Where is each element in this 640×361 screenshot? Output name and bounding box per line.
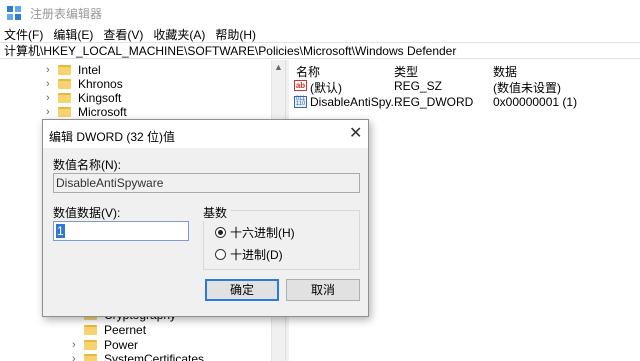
- folder-icon: [84, 353, 97, 361]
- folder-icon: [84, 339, 97, 350]
- cancel-button[interactable]: 取消: [286, 279, 360, 301]
- row-data: (数值未设置): [493, 81, 561, 95]
- row-data: 0x00000001 (1): [493, 95, 578, 109]
- dialog-title: 编辑 DWORD (32 位)值: [49, 130, 176, 144]
- address-bar[interactable]: 计算机\HKEY_LOCAL_MACHINE\SOFTWARE\Policies…: [0, 42, 640, 59]
- tree-item-power[interactable]: › Power: [72, 337, 138, 352]
- column-header-type[interactable]: 类型: [394, 63, 418, 80]
- title-bar: 注册表编辑器: [0, 0, 640, 26]
- folder-icon: [58, 64, 71, 75]
- radio-selected-icon[interactable]: [215, 227, 226, 238]
- binary-value-icon: 011 110: [294, 96, 307, 108]
- tree-item-label: Peernet: [104, 322, 147, 337]
- string-value-icon: ab: [294, 80, 307, 91]
- close-icon[interactable]: ✕: [349, 123, 362, 143]
- tree-item-peernet[interactable]: Peernet: [72, 322, 146, 337]
- dec-radio-label: 十进制(D): [230, 248, 283, 262]
- chevron-right-icon[interactable]: ›: [46, 92, 58, 104]
- folder-icon: [84, 324, 97, 335]
- row-type: REG_DWORD: [394, 95, 474, 109]
- chevron-right-icon[interactable]: ›: [72, 353, 84, 361]
- chevron-right-icon[interactable]: ›: [46, 106, 58, 118]
- menu-edit[interactable]: 编辑(E): [53, 26, 93, 43]
- tree-item-label: Khronos: [78, 76, 123, 91]
- menu-view[interactable]: 查看(V): [103, 26, 143, 43]
- window-title: 注册表编辑器: [30, 6, 103, 21]
- value-data-text: 1: [56, 224, 65, 238]
- folder-icon: [58, 92, 71, 103]
- list-row[interactable]: ab (默认) REG_SZ (数值未设置): [290, 79, 640, 95]
- ok-button[interactable]: 确定: [205, 279, 279, 301]
- chevron-right-icon[interactable]: ›: [72, 339, 84, 351]
- dec-radio[interactable]: 十进制(D): [215, 246, 283, 263]
- tree-item-label: Power: [104, 337, 139, 352]
- dialog-body: 数值名称(N): DisableAntiSpyware 数值数据(V): 1 基…: [43, 148, 368, 316]
- tree-item-label: Microsoft: [78, 104, 127, 119]
- value-data-input[interactable]: 1: [53, 221, 189, 241]
- tree-item-label: Kingsoft: [78, 90, 122, 105]
- column-header-data[interactable]: 数据: [493, 63, 517, 80]
- tree-item-khronos[interactable]: › Khronos: [46, 76, 123, 91]
- column-header-name[interactable]: 名称: [296, 63, 320, 80]
- folder-icon: [58, 78, 71, 89]
- scroll-up-icon[interactable]: ▲: [274, 62, 283, 72]
- value-name-field: DisableAntiSpyware: [53, 173, 360, 193]
- list-row[interactable]: 011 110 DisableAntiSpy... REG_DWORD 0x000…: [290, 95, 640, 111]
- menu-bar: 文件(F) 编辑(E) 查看(V) 收藏夹(A) 帮助(H): [0, 26, 640, 42]
- tree-item-label: Intel: [78, 62, 101, 77]
- value-name-label: 数值名称(N):: [53, 158, 121, 172]
- folder-icon: [58, 106, 71, 117]
- tree-item-label: SystemCertificates: [104, 351, 205, 361]
- radio-unselected-icon[interactable]: [215, 249, 226, 260]
- tree-item-intel[interactable]: › Intel: [46, 62, 101, 77]
- row-name: DisableAntiSpy...: [310, 95, 401, 109]
- tree-item-systemcertificates[interactable]: › SystemCertificates: [72, 351, 204, 361]
- chevron-right-icon[interactable]: ›: [46, 78, 58, 90]
- chevron-right-icon[interactable]: ›: [46, 64, 58, 76]
- hex-radio-label: 十六进制(H): [230, 226, 295, 240]
- regedit-icon: [7, 6, 21, 20]
- menu-help[interactable]: 帮助(H): [215, 26, 256, 43]
- menu-favorites[interactable]: 收藏夹(A): [153, 26, 205, 43]
- edit-dword-dialog: 编辑 DWORD (32 位)值 ✕ 数值名称(N): DisableAntiS…: [42, 119, 369, 317]
- hex-radio[interactable]: 十六进制(H): [215, 224, 295, 241]
- address-path: 计算机\HKEY_LOCAL_MACHINE\SOFTWARE\Policies…: [4, 44, 457, 58]
- tree-item-kingsoft[interactable]: › Kingsoft: [46, 90, 121, 105]
- value-data-label: 数值数据(V):: [53, 206, 121, 220]
- row-name: (默认): [310, 81, 342, 95]
- base-group-title: 基数: [203, 204, 231, 221]
- row-type: REG_SZ: [394, 79, 443, 93]
- menu-file[interactable]: 文件(F): [4, 26, 43, 43]
- tree-item-microsoft[interactable]: › Microsoft: [46, 104, 127, 119]
